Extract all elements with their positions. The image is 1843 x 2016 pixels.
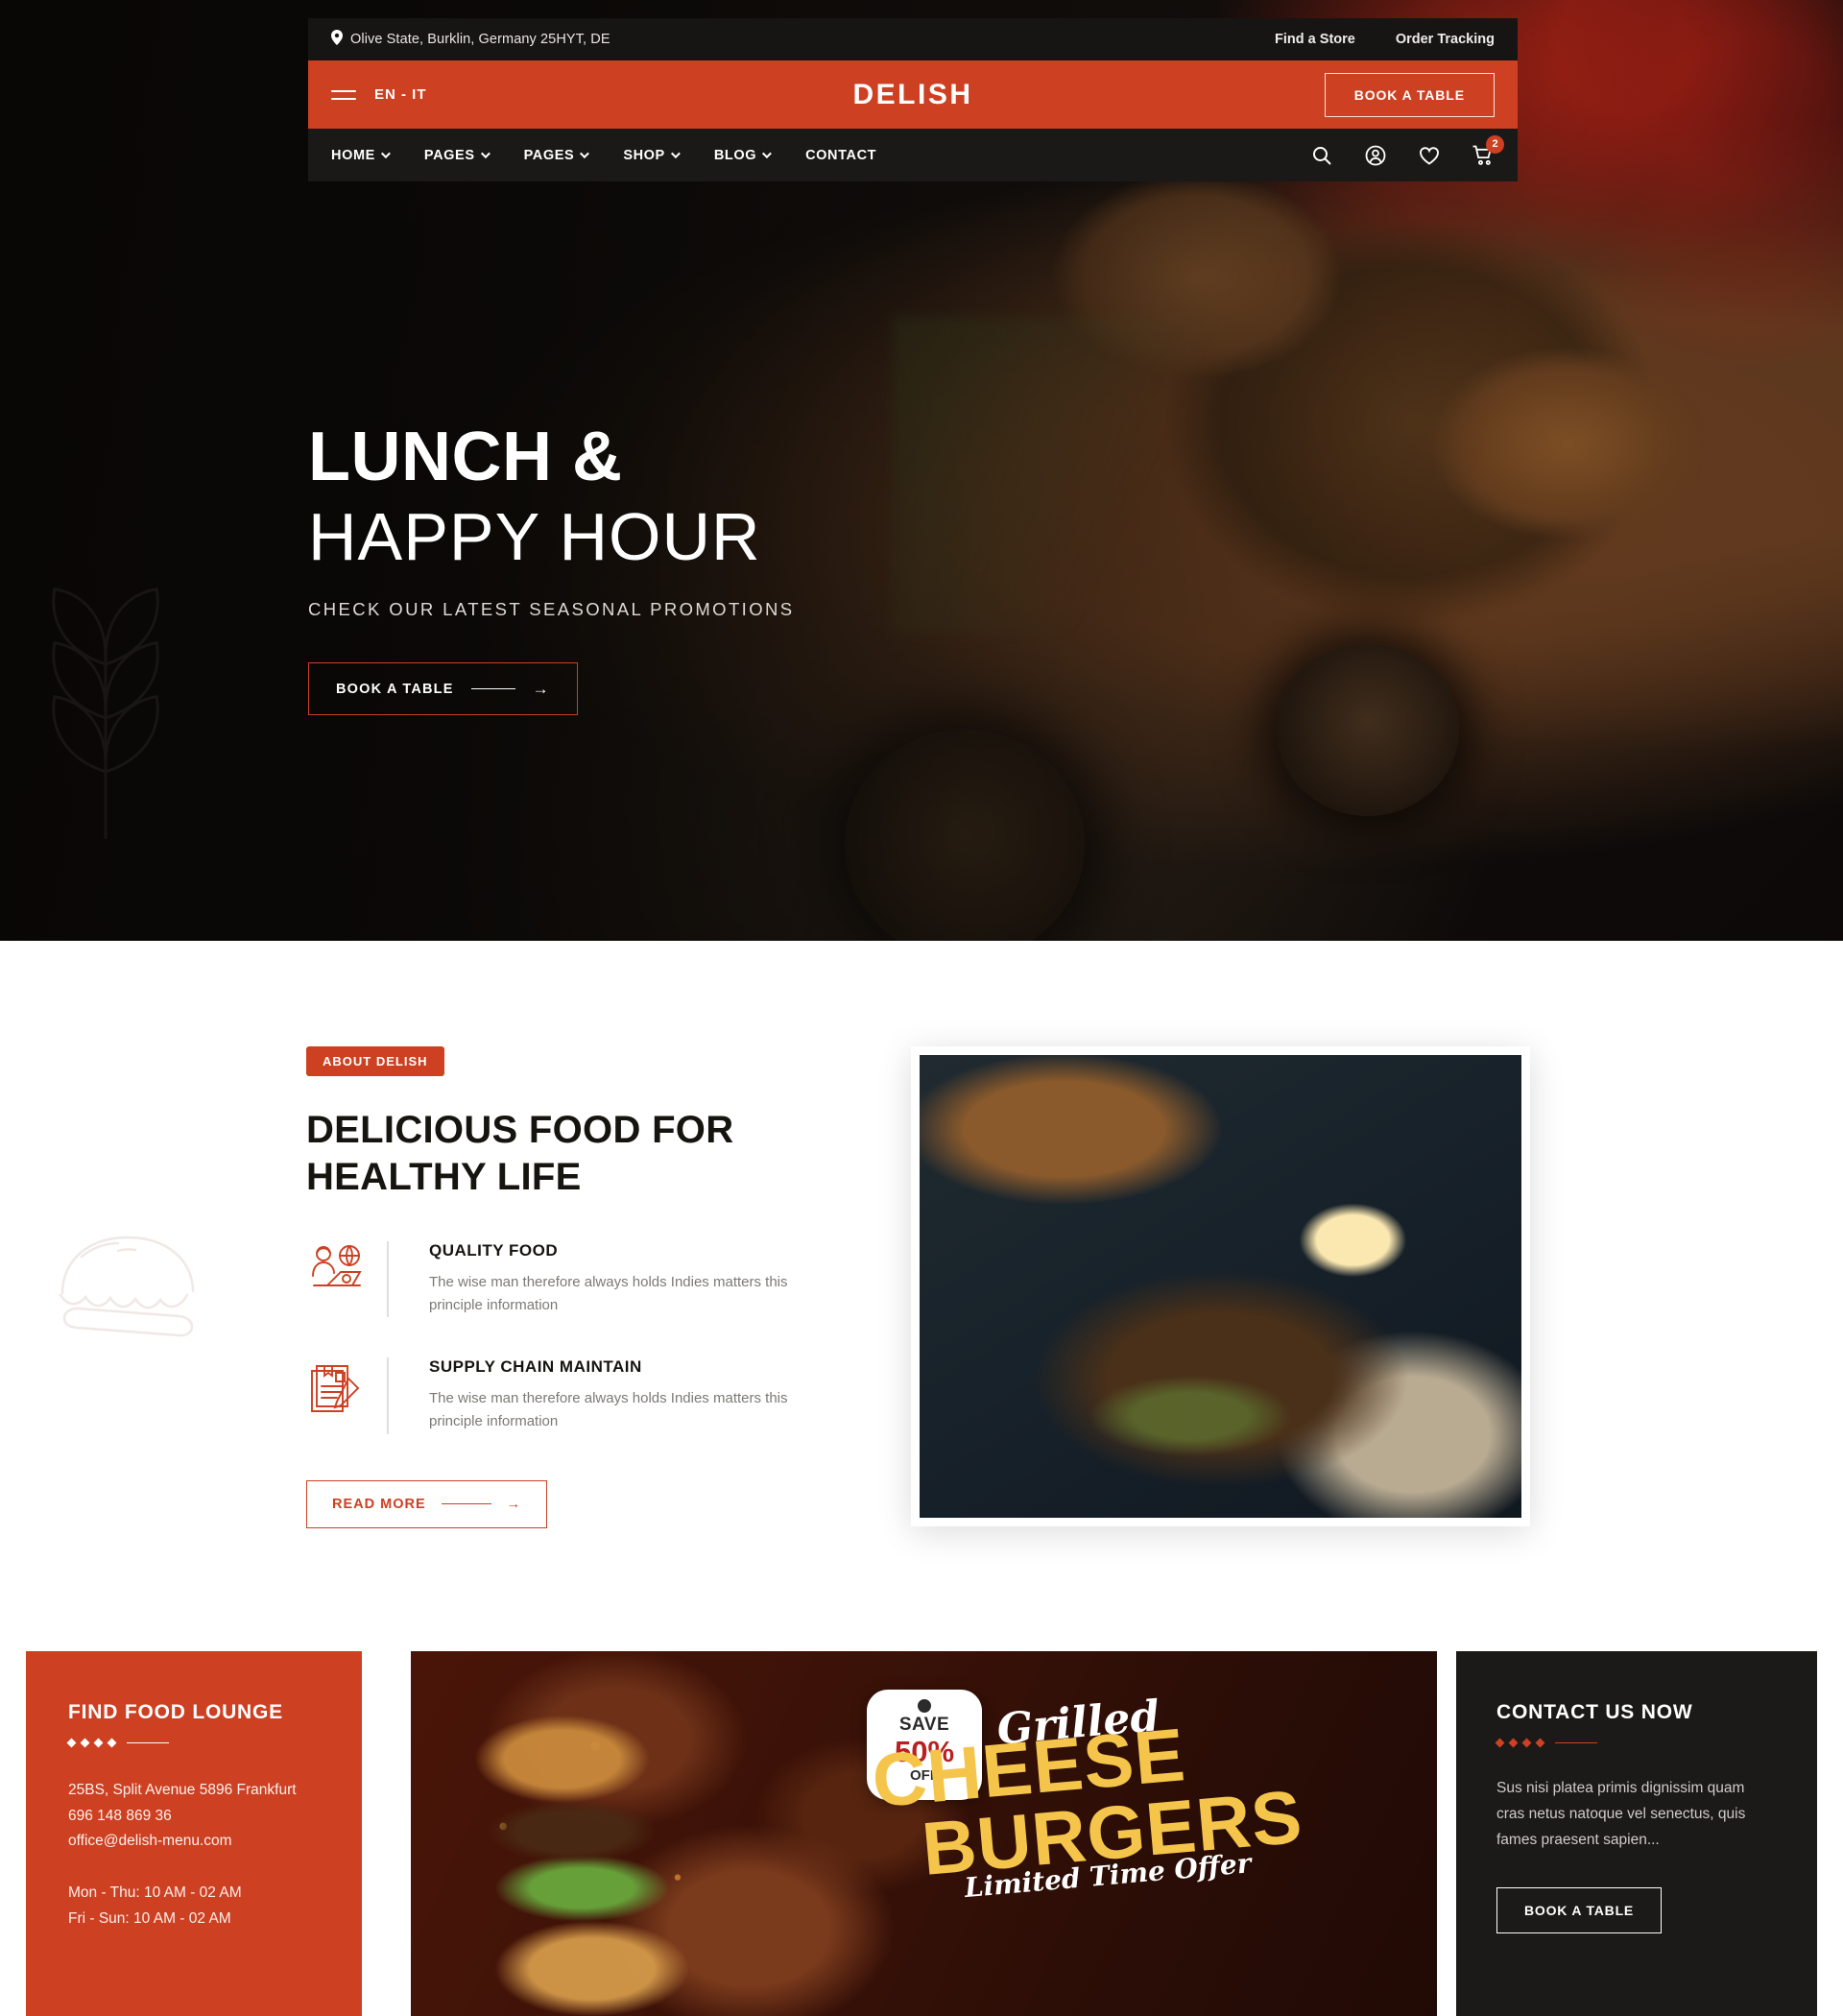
brand-bar: EN - IT DELISH BOOK A TABLE: [308, 60, 1518, 129]
phone-text[interactable]: 696 148 869 36: [68, 1804, 320, 1830]
nav-icon-group: 2: [1310, 134, 1504, 167]
nav-item-pages-1[interactable]: PAGES: [423, 147, 491, 163]
about-food-photo-image: [920, 1055, 1521, 1518]
read-more-label: READ MORE: [332, 1496, 426, 1512]
find-a-store-link[interactable]: Find a Store: [1275, 32, 1355, 47]
feature-divider: [387, 1240, 389, 1318]
order-tracking-link[interactable]: Order Tracking: [1396, 32, 1495, 47]
nav-item-shop[interactable]: SHOP: [623, 147, 681, 163]
nav-item-label: SHOP: [623, 147, 665, 163]
about-section: ABOUT DELISH DELICIOUS FOOD FOR HEALTHY …: [0, 941, 1843, 1651]
about-food-photo: [911, 1046, 1530, 1526]
diamond-dots-icon: [1495, 1738, 1545, 1748]
book-a-table-header-button[interactable]: BOOK A TABLE: [1324, 72, 1495, 117]
main-navbar: HOME PAGES PAGES SHOP BLOG CONTACT 2: [308, 129, 1518, 181]
wishlist-heart-icon[interactable]: [1418, 144, 1441, 167]
diamond-dots-icon: [66, 1738, 117, 1748]
promo-text-group: Grilled CHEESE BURGERS Limited Time Offe…: [869, 1688, 1409, 1904]
bottom-bands-section: FIND FOOD LOUNGE 25BS, Split Avenue 5896…: [0, 1651, 1843, 2016]
promo-burger-image: [411, 1670, 872, 2016]
find-food-lounge-heading: FIND FOOD LOUNGE: [68, 1701, 283, 1723]
hero-title-line1: LUNCH &: [308, 419, 623, 495]
document-pencil-icon: [306, 1357, 366, 1417]
feature-text: The wise man therefore always holds Indi…: [429, 1273, 788, 1313]
chevron-down-icon: [670, 149, 681, 159]
diamond-dot: [66, 1738, 77, 1748]
hero-book-a-table-button[interactable]: BOOK A TABLE →: [308, 662, 578, 716]
diamond-dot: [107, 1738, 117, 1748]
contact-us-now-heading: CONTACT US NOW: [1496, 1701, 1693, 1723]
feature-title: SUPPLY CHAIN MAINTAIN: [429, 1357, 642, 1377]
chevron-down-icon: [580, 149, 590, 159]
find-food-lounge-panel: FIND FOOD LOUNGE 25BS, Split Avenue 5896…: [26, 1651, 362, 2016]
hero-cta-label: BOOK A TABLE: [336, 681, 454, 697]
feature-title: QUALITY FOOD: [429, 1240, 559, 1260]
nav-item-label: BLOG: [713, 147, 757, 163]
location-display: Olive State, Burklin, Germany 25HYT, DE: [331, 30, 610, 49]
contact-details: 25BS, Split Avenue 5896 Frankfurt 696 14…: [68, 1778, 320, 1855]
diamond-dot: [80, 1738, 90, 1748]
book-a-table-contact-button[interactable]: BOOK A TABLE: [1496, 1887, 1663, 1934]
cta-dash: [441, 1503, 491, 1505]
arrow-right-icon: →: [532, 680, 550, 699]
diamond-dot: [1535, 1738, 1545, 1748]
wheat-outline-icon: [0, 557, 240, 845]
chevron-down-icon: [380, 149, 391, 159]
chevron-down-icon: [762, 149, 772, 159]
nav-item-label: CONTACT: [805, 147, 877, 163]
hero-subtitle: CHECK OUR LATEST SEASONAL PROMOTIONS: [308, 599, 795, 620]
about-text-column: ABOUT DELISH DELICIOUS FOOD FOR HEALTHY …: [306, 1046, 844, 1528]
hero-section: Olive State, Burklin, Germany 25HYT, DE …: [0, 0, 1843, 941]
arrow-right-icon: →: [506, 1496, 522, 1512]
feature-item-supply-chain: SUPPLY CHAIN MAINTAIN The wise man there…: [306, 1357, 844, 1434]
utility-topbar: Olive State, Burklin, Germany 25HYT, DE …: [308, 18, 1518, 60]
nav-item-label: PAGES: [423, 147, 475, 163]
opening-hours: Mon - Thu: 10 AM - 02 AM Fri - Sun: 10 A…: [68, 1881, 320, 1932]
account-icon[interactable]: [1364, 144, 1387, 167]
hours-weekday: Mon - Thu: 10 AM - 02 AM: [68, 1884, 242, 1901]
read-more-button[interactable]: READ MORE →: [306, 1479, 548, 1528]
diamond-dot: [93, 1738, 104, 1748]
nav-item-label: PAGES: [523, 147, 575, 163]
divider-line: [1555, 1741, 1597, 1744]
hours-weekend: Fri - Sun: 10 AM - 02 AM: [68, 1909, 231, 1927]
hero-title-line2: HAPPY HOUR: [308, 499, 761, 575]
email-text[interactable]: office@delish-menu.com: [68, 1829, 320, 1855]
cart-icon[interactable]: 2: [1472, 134, 1504, 167]
nav-item-label: HOME: [331, 147, 375, 163]
nav-menu: HOME PAGES PAGES SHOP BLOG CONTACT: [331, 148, 876, 163]
address-text: 25BS, Split Avenue 5896 Frankfurt: [68, 1782, 297, 1798]
nav-item-home[interactable]: HOME: [331, 147, 391, 163]
nav-item-pages-2[interactable]: PAGES: [523, 147, 590, 163]
decorative-divider: [1495, 1738, 1777, 1748]
topbar-links: Find a Store Order Tracking: [1275, 32, 1495, 47]
nav-item-blog[interactable]: BLOG: [713, 147, 772, 163]
feature-body: QUALITY FOOD The wise man therefore alwa…: [429, 1241, 813, 1318]
contact-us-now-panel: CONTACT US NOW Sus nisi platea primis di…: [1456, 1651, 1817, 2016]
search-icon[interactable]: [1310, 144, 1333, 167]
feature-text: The wise man therefore always holds Indi…: [429, 1390, 788, 1430]
about-title: DELICIOUS FOOD FOR HEALTHY LIFE: [306, 1109, 734, 1198]
about-badge: ABOUT DELISH: [306, 1046, 444, 1076]
feature-divider: [387, 1357, 389, 1434]
person-laptop-globe-icon: [306, 1241, 366, 1301]
nav-item-contact[interactable]: CONTACT: [805, 148, 876, 163]
divider-line: [127, 1741, 169, 1744]
diamond-dot: [1508, 1738, 1519, 1748]
burger-outline-icon: [43, 1224, 221, 1354]
map-pin-icon: [331, 30, 343, 49]
cta-dash: [470, 688, 515, 690]
diamond-dot: [1521, 1738, 1532, 1748]
feature-body: SUPPLY CHAIN MAINTAIN The wise man there…: [429, 1357, 813, 1434]
feature-item-quality-food: QUALITY FOOD The wise man therefore alwa…: [306, 1240, 844, 1318]
diamond-dot: [1495, 1738, 1505, 1748]
decorative-divider: [66, 1738, 320, 1748]
cheese-burgers-promo-banner[interactable]: SAVE 50% OFF Grilled CHEESE BURGERS Limi…: [411, 1651, 1437, 2016]
contact-us-description: Sus nisi platea primis dignissim quam cr…: [1496, 1780, 1746, 1849]
location-text: Olive State, Burklin, Germany 25HYT, DE: [350, 32, 610, 47]
cart-count-badge: 2: [1486, 134, 1504, 154]
chevron-down-icon: [480, 149, 491, 159]
hero-content: LUNCH & HAPPY HOUR CHECK OUR LATEST SEAS…: [308, 419, 795, 716]
